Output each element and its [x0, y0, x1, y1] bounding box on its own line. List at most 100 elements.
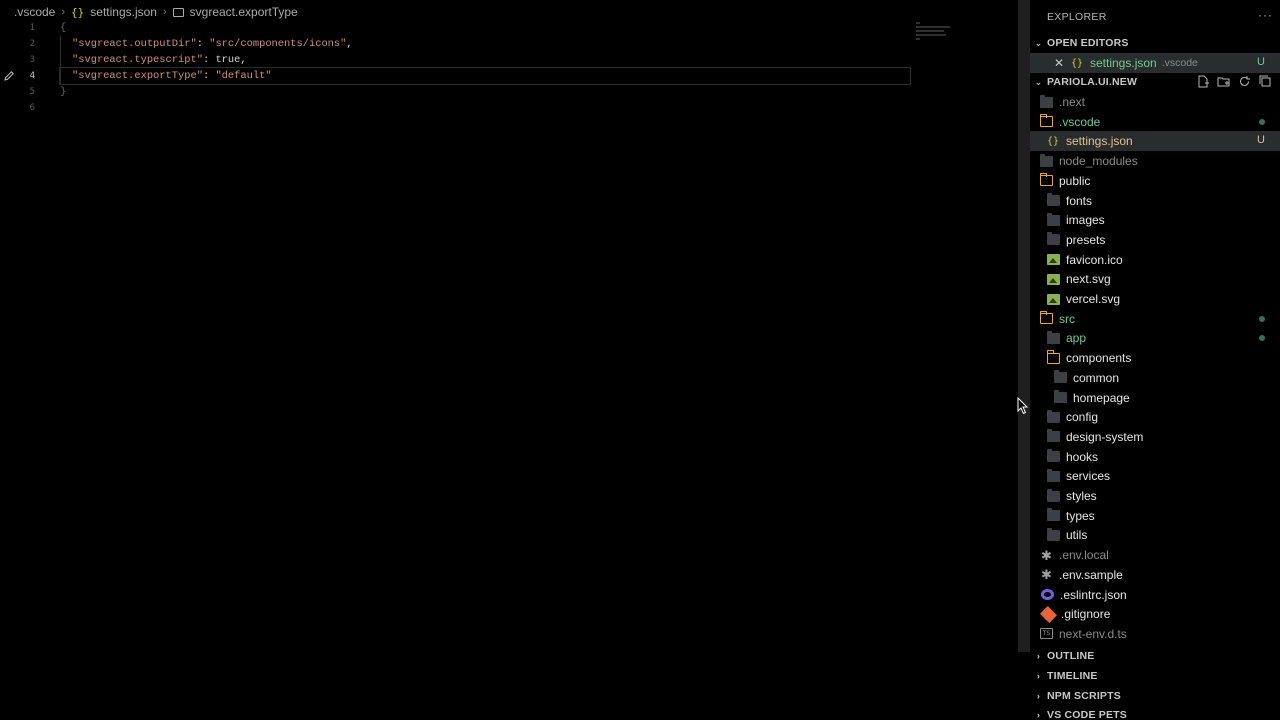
- tree-item-label: presets: [1066, 232, 1106, 247]
- folder-open-icon: [1039, 113, 1053, 128]
- tree-item-next-svg[interactable]: next.svg: [1030, 269, 1280, 289]
- explorer-sidebar: EXPLORER ··· ⌄ OPEN EDITORS ✕ {} setting…: [1030, 0, 1280, 720]
- image-file-icon: [1047, 273, 1060, 285]
- code-line[interactable]: "svgreact.outputDir": "src/components/ic…: [60, 36, 910, 52]
- tree-item-hooks[interactable]: hooks: [1030, 447, 1280, 467]
- tree-item-next[interactable]: .next: [1030, 92, 1280, 112]
- chevron-down-icon: ⌄: [1034, 37, 1043, 48]
- section-vs-code-pets[interactable]: › VS CODE PETS: [1030, 705, 1280, 720]
- tree-item-public[interactable]: public: [1030, 171, 1280, 191]
- tree-item-types[interactable]: types: [1030, 506, 1280, 526]
- json-key: "svgreact.exportType": [72, 70, 203, 82]
- section-timeline[interactable]: › TIMELINE: [1030, 666, 1280, 686]
- tree-item-app[interactable]: app: [1030, 328, 1280, 348]
- tree-item-services[interactable]: services: [1030, 466, 1280, 486]
- typescript-file-icon: TS: [1040, 628, 1053, 640]
- more-actions-icon[interactable]: ···: [1258, 8, 1273, 22]
- chevron-right-icon: ›: [1036, 651, 1041, 661]
- code-line[interactable]: [60, 100, 910, 116]
- line-number-gutter: 1 2 3 4 5 6: [0, 20, 44, 116]
- section-open-editors[interactable]: ⌄ OPEN EDITORS: [1030, 33, 1280, 53]
- folder-icon: [1054, 390, 1067, 403]
- open-editor-item[interactable]: ✕ {} settings.json .vscode U: [1030, 53, 1280, 73]
- tree-item-config[interactable]: config: [1030, 407, 1280, 427]
- breadcrumb-symbol[interactable]: svgreact.exportType: [190, 5, 298, 19]
- editor-area[interactable]: .vscode › {} settings.json › svgreact.ex…: [0, 0, 1018, 720]
- tree-item-presets[interactable]: presets: [1030, 230, 1280, 250]
- tree-item-label: favicon.ico: [1066, 252, 1123, 267]
- line-number: 3: [29, 55, 35, 65]
- code-line[interactable]: "svgreact.typescript": true,: [60, 52, 910, 68]
- tree-item-utils[interactable]: utils: [1030, 525, 1280, 545]
- close-icon[interactable]: ✕: [1053, 56, 1065, 70]
- breadcrumb-folder[interactable]: .vscode: [14, 5, 55, 19]
- symbol-field-icon: [172, 7, 184, 17]
- code-text-area[interactable]: { "svgreact.outputDir": "src/components/…: [59, 20, 911, 116]
- tree-item-label: .next: [1059, 95, 1086, 109]
- tree-item-common[interactable]: common: [1030, 368, 1280, 388]
- tree-item-favicon-ico[interactable]: favicon.ico: [1030, 250, 1280, 270]
- tree-item-label: next.svg: [1066, 272, 1111, 287]
- tree-item-styles[interactable]: styles: [1030, 486, 1280, 506]
- tree-item-label: hooks: [1066, 449, 1099, 464]
- tree-item-next-env-d-ts[interactable]: TS next-env.d.ts: [1030, 624, 1280, 644]
- tree-item-label: homepage: [1073, 390, 1130, 405]
- env-file-icon: ✱: [1041, 567, 1052, 583]
- json-value: "src/components/icons": [209, 38, 347, 50]
- tree-item-vscode[interactable]: .vscode: [1030, 112, 1280, 132]
- tree-item-node-modules[interactable]: node_modules: [1030, 151, 1280, 171]
- tree-item-label: styles: [1066, 489, 1097, 503]
- mouse-cursor-icon: [1017, 397, 1029, 415]
- tree-item-env-local[interactable]: ✱ .env.local: [1030, 545, 1280, 565]
- collapse-all-icon[interactable]: [1259, 75, 1272, 88]
- chevron-right-icon: ›: [61, 6, 66, 18]
- folder-icon: [1047, 508, 1060, 522]
- section-outline[interactable]: › OUTLINE: [1030, 646, 1280, 666]
- folder-icon: [1047, 409, 1060, 423]
- tree-item-images[interactable]: images: [1030, 210, 1280, 230]
- line-number: 1: [29, 23, 35, 33]
- chevron-down-icon: ⌄: [1034, 76, 1043, 87]
- line-number: 2: [29, 39, 35, 49]
- folder-icon: [1047, 429, 1060, 443]
- json-value: true: [215, 54, 241, 66]
- tree-item-label: public: [1059, 173, 1091, 188]
- editor-scrollbar[interactable]: [1018, 0, 1030, 652]
- tree-item-src[interactable]: src: [1030, 309, 1280, 329]
- tree-item-gitignore[interactable]: .gitignore: [1030, 604, 1280, 624]
- tree-item-label: fonts: [1066, 193, 1093, 208]
- section-project[interactable]: ⌄ PARIOLA.UI.NEW: [1030, 72, 1280, 92]
- tree-item-fonts[interactable]: fonts: [1030, 191, 1280, 211]
- breadcrumb: .vscode › {} settings.json › svgreact.ex…: [14, 4, 298, 20]
- new-file-icon[interactable]: [1196, 75, 1209, 88]
- code-line-current[interactable]: "svgreact.exportType": "default": [59, 67, 911, 85]
- tree-item-label: config: [1066, 410, 1099, 425]
- tree-item-vercel-svg[interactable]: vercel.svg: [1030, 289, 1280, 309]
- tree-item-label: .env.local: [1059, 548, 1109, 563]
- line-number: 6: [29, 103, 35, 113]
- section-npm-scripts[interactable]: › NPM SCRIPTS: [1030, 686, 1280, 706]
- new-folder-icon[interactable]: [1217, 75, 1230, 88]
- refresh-icon[interactable]: [1238, 75, 1251, 88]
- tree-item-label: common: [1073, 370, 1120, 385]
- folder-icon: [1047, 232, 1060, 246]
- minimap[interactable]: [912, 20, 1008, 98]
- folder-icon: [1040, 153, 1053, 167]
- open-editor-name: settings.json: [1090, 56, 1157, 70]
- chevron-right-icon: ›: [1036, 671, 1041, 681]
- json-key: "svgreact.outputDir": [72, 38, 197, 50]
- tree-item-homepage[interactable]: homepage: [1030, 388, 1280, 408]
- tree-item-label: app: [1066, 331, 1087, 346]
- tree-item-design-system[interactable]: design-system: [1030, 427, 1280, 447]
- code-line[interactable]: }: [60, 84, 910, 100]
- json-file-icon: {}: [1071, 57, 1084, 69]
- tree-item-env-sample[interactable]: ✱ .env.sample: [1030, 565, 1280, 585]
- tree-item-eslintrc-json[interactable]: .eslintrc.json: [1030, 585, 1280, 605]
- tree-item-label: vercel.svg: [1066, 292, 1121, 306]
- folder-icon: [1047, 193, 1060, 206]
- explorer-title: EXPLORER: [1047, 11, 1107, 23]
- breadcrumb-file[interactable]: settings.json: [90, 5, 157, 19]
- tree-item-settings-json[interactable]: {} settings.json U: [1030, 131, 1280, 152]
- code-line[interactable]: {: [60, 20, 910, 36]
- tree-item-components[interactable]: components: [1030, 348, 1280, 368]
